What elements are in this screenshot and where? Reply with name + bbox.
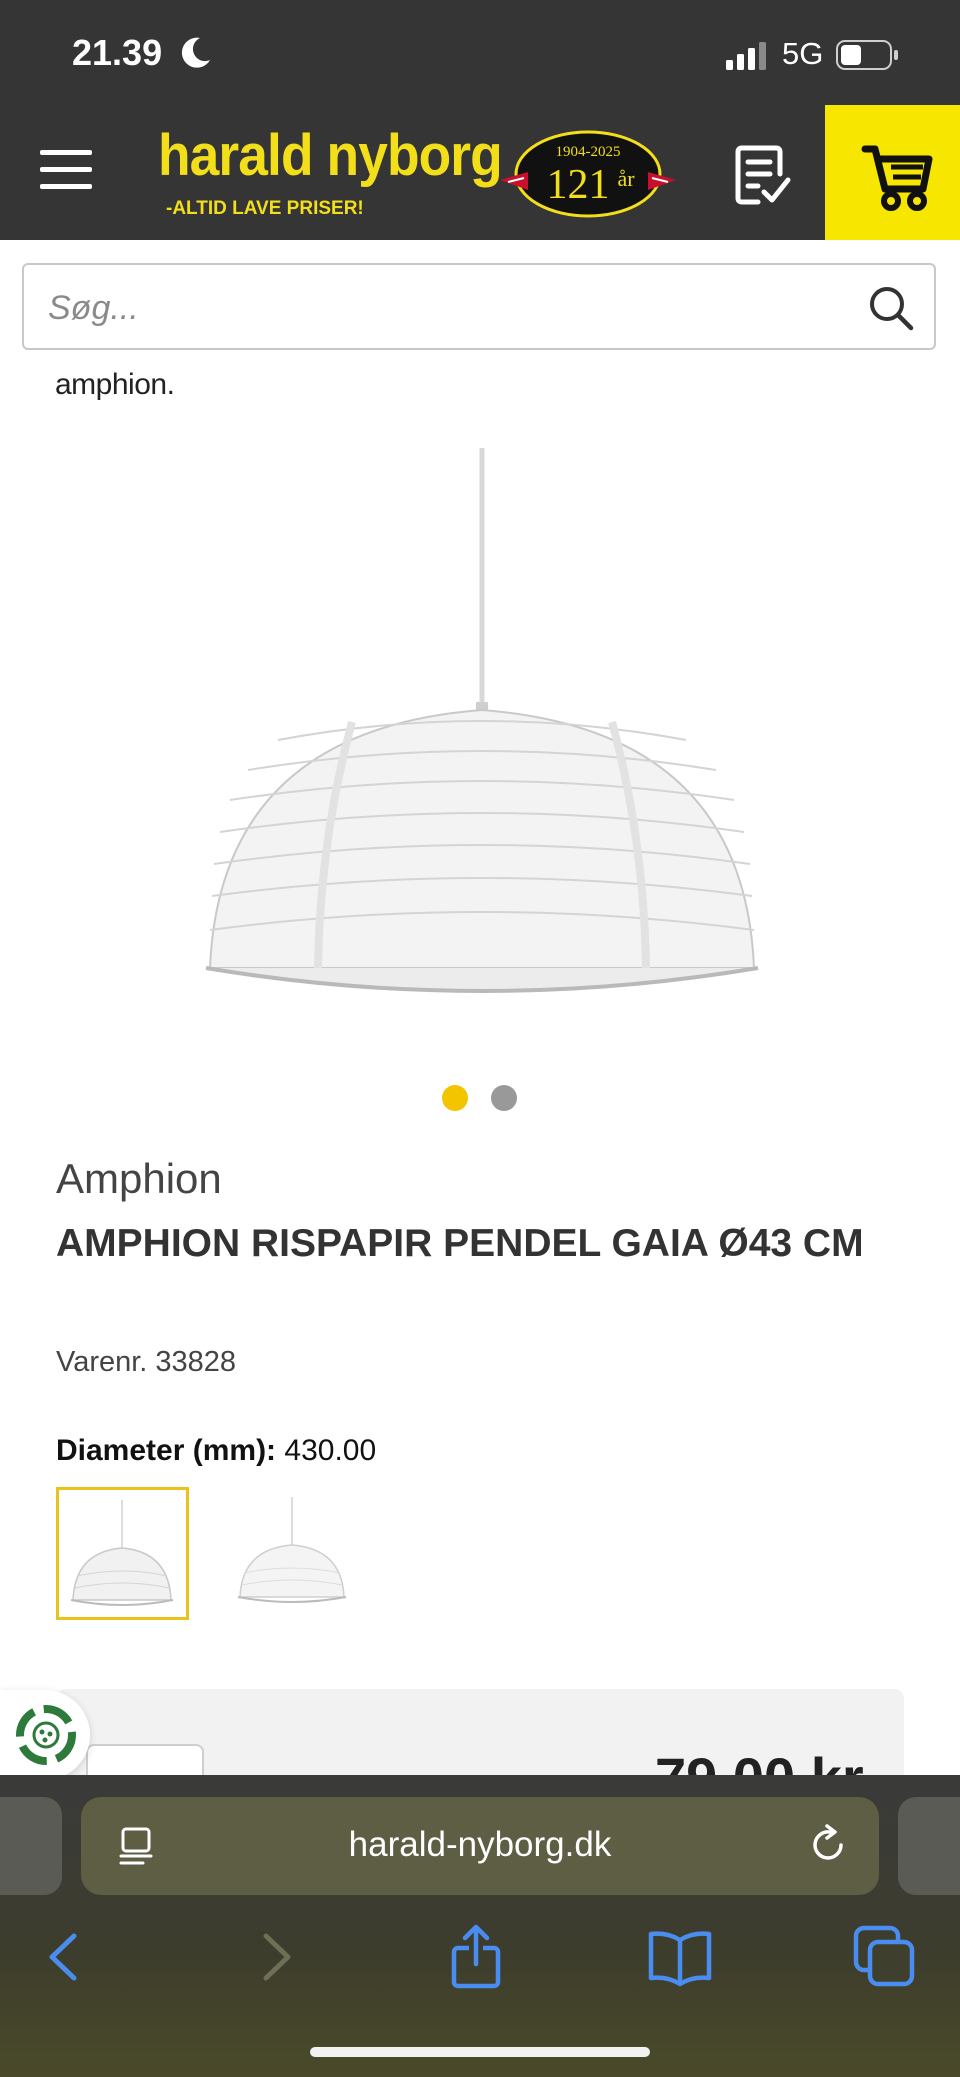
tabs-icon[interactable] [850,1922,920,1992]
reload-icon[interactable] [807,1823,851,1867]
carousel-dot[interactable] [491,1085,517,1111]
search-icon[interactable] [868,285,914,331]
network-label: 5G [782,36,824,71]
url-text: harald-nyborg.dk [348,1825,612,1864]
shopping-list-icon[interactable] [728,140,798,210]
product-sku: Varenr. 33828 [56,1346,236,1379]
hamburger-menu-button[interactable] [40,150,92,196]
variant-thumbnail-selected[interactable] [56,1487,189,1620]
logo-tagline: -ALTID LAVE PRISER! [166,198,364,219]
back-icon[interactable] [30,1922,100,1992]
cart-icon [861,145,933,211]
sku-label: Varenr. [56,1346,148,1378]
signal-icon [726,42,766,70]
logo-text: harald nyborg [158,123,503,188]
sku-value: 33828 [155,1346,237,1378]
anniversary-number: 121 [547,162,610,208]
menu-line-icon [40,184,92,189]
lamp-thumbnail-image [70,1500,174,1606]
next-tab-preview[interactable] [898,1797,960,1895]
moon-icon [181,37,210,68]
search-bar [22,263,936,350]
recycle-icon [16,1705,76,1765]
address-bar[interactable]: harald-nyborg.dk [81,1797,879,1895]
menu-line-icon [40,150,92,155]
previous-tab-preview[interactable] [0,1797,62,1895]
cart-button[interactable] [825,105,960,240]
variant-value: 430.00 [284,1434,377,1467]
variant-selector-label: Diameter (mm): 430.00 [56,1434,376,1468]
forward-icon[interactable] [240,1922,310,1992]
lamp-thumbnail-image [237,1497,347,1603]
status-time: 21.39 [72,32,163,73]
variant-thumbnail[interactable] [226,1487,359,1620]
battery-icon [836,40,898,70]
product-brand[interactable]: Amphion [56,1155,222,1203]
anniversary-years: 1904-2025 [556,144,621,160]
home-indicator [310,2047,650,2057]
bookmarks-icon[interactable] [645,1922,715,1992]
product-title: AMPHION RISPAPIR PENDEL GAIA Ø43 CM [56,1222,864,1265]
menu-line-icon [40,167,92,172]
brand-logo[interactable]: amphion. [55,368,175,402]
anniversary-suffix: år [617,166,635,191]
recycle-badge-button[interactable] [0,1690,90,1780]
anniversary-badge: 1904-2025 121 år [500,130,676,218]
variant-label: Diameter (mm): [56,1434,277,1467]
carousel-dot-active[interactable] [442,1085,468,1111]
share-icon[interactable] [441,1922,511,1992]
search-input[interactable] [46,283,830,333]
site-logo[interactable]: harald nyborg -ALTID LAVE PRISER! 1904-2… [158,122,698,232]
product-image[interactable] [200,440,760,1000]
